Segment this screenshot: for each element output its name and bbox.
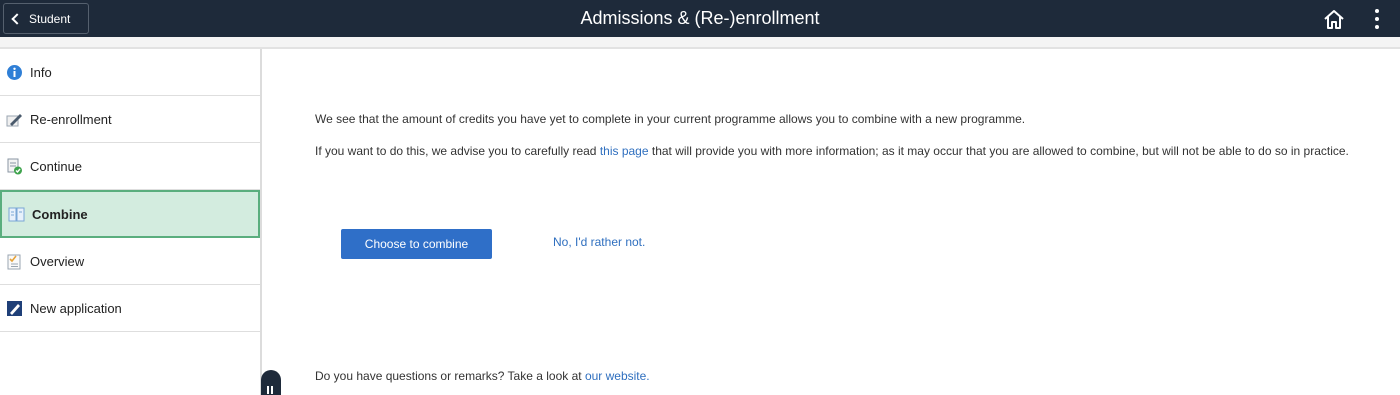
sidebar-item-re-enrollment[interactable]: Re-enrollment xyxy=(0,96,260,143)
decline-link[interactable]: No, I'd rather not. xyxy=(553,235,645,249)
home-button[interactable] xyxy=(1322,8,1346,30)
sidebar-item-label: Continue xyxy=(30,158,83,174)
footer-text: Do you have questions or remarks? Take a… xyxy=(315,369,650,383)
sidebar: Info Re-enrollment Continue Combine Over… xyxy=(0,49,262,395)
main-content: We see that the amount of credits you ha… xyxy=(264,49,1400,395)
sidebar-item-combine[interactable]: Combine xyxy=(0,190,260,238)
edit-pen-icon xyxy=(6,111,23,128)
document-check-icon xyxy=(6,158,23,175)
sidebar-item-label: Re-enrollment xyxy=(30,111,112,127)
this-page-link[interactable]: this page xyxy=(600,144,649,158)
advice-text: If you want to do this, we advise you to… xyxy=(315,144,1349,158)
book-icon xyxy=(8,206,25,223)
checklist-icon xyxy=(6,253,23,270)
sidebar-item-label: New application xyxy=(30,300,122,316)
sidebar-item-label: Info xyxy=(30,64,52,80)
sidebar-item-label: Overview xyxy=(30,253,85,269)
intro-text: We see that the amount of credits you ha… xyxy=(315,112,1026,126)
choose-to-combine-button[interactable]: Choose to combine xyxy=(341,229,492,259)
website-link[interactable]: our website. xyxy=(585,369,650,383)
top-bar: Student Admissions & (Re-)enrollment xyxy=(0,0,1400,37)
more-options-button[interactable] xyxy=(1369,6,1385,32)
page-title: Admissions & (Re-)enrollment xyxy=(580,8,820,28)
sidebar-item-info[interactable]: Info xyxy=(0,49,260,96)
sidebar-item-label: Combine xyxy=(32,206,88,222)
header-divider xyxy=(0,37,1400,49)
sidebar-item-overview[interactable]: Overview xyxy=(0,238,260,285)
info-icon xyxy=(6,64,23,81)
sidebar-item-continue[interactable]: Continue xyxy=(0,143,260,190)
home-icon xyxy=(1324,10,1344,29)
new-application-icon xyxy=(6,300,23,317)
more-vertical-icon xyxy=(1375,9,1379,13)
sidebar-item-new-application[interactable]: New application xyxy=(0,285,260,332)
